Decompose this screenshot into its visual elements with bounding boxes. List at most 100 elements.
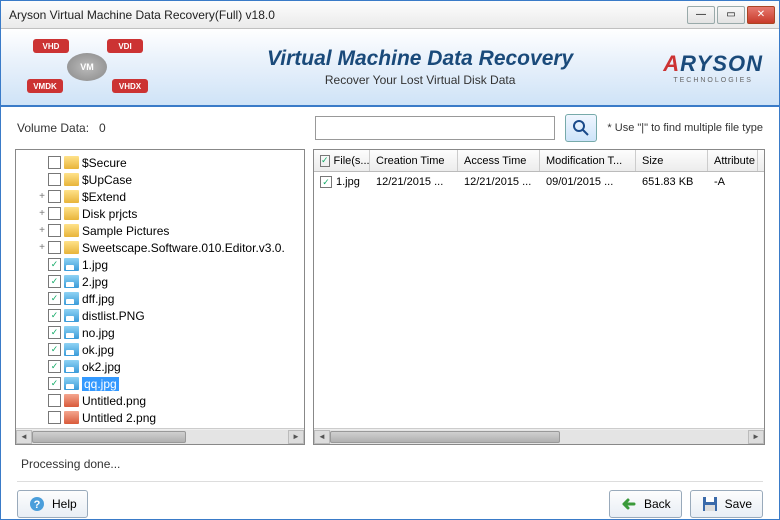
cell-attr: -A (708, 176, 758, 188)
tree-item-label: 2.jpg (82, 275, 108, 289)
close-button[interactable]: ✕ (747, 6, 775, 24)
status-text: Processing done... (17, 453, 763, 481)
cell-ctime: 12/21/2015 ... (370, 176, 458, 188)
tree-item[interactable]: ✓ distlist.PNG (18, 307, 302, 324)
col-mtime[interactable]: Modification T... (540, 150, 636, 171)
format-pill-vhdx: VHDX (112, 79, 148, 93)
tree-item[interactable]: ✓ qq.jpg (18, 375, 302, 392)
save-icon (701, 495, 719, 513)
tree-item-label: 1.jpg (82, 258, 108, 272)
tree-item-label: $Secure (82, 156, 127, 170)
help-button[interactable]: ? Help (17, 490, 88, 518)
tree-item-label: qq.jpg (82, 377, 119, 391)
tree-item-label: distlist.PNG (82, 309, 145, 323)
search-row: Volume Data: 0 * Use "|" to find multipl… (1, 107, 779, 149)
tree-item-label: Disk prjcts (82, 207, 137, 221)
format-pill-vdi: VDI (107, 39, 143, 53)
expander-icon[interactable]: + (36, 208, 48, 219)
checkbox[interactable]: ✓ (48, 377, 61, 390)
scroll-left-icon[interactable]: ◄ (16, 430, 32, 444)
folder-icon (64, 156, 79, 169)
scroll-right-icon[interactable]: ► (288, 430, 304, 444)
tree-item[interactable]: + Sample Pictures (18, 222, 302, 239)
tree-item[interactable]: ✓dff.jpg (18, 290, 302, 307)
expander-icon[interactable]: + (36, 242, 48, 253)
tree-item-label: $Extend (82, 190, 126, 204)
back-arrow-icon (620, 495, 638, 513)
search-hint: * Use "|" to find multiple file type (607, 122, 763, 134)
checkbox[interactable]: ✓ (48, 292, 61, 305)
col-size[interactable]: Size (636, 150, 708, 171)
minimize-button[interactable]: — (687, 6, 715, 24)
folder-icon (64, 190, 79, 203)
image-icon (64, 292, 79, 305)
col-ctime[interactable]: Creation Time (370, 150, 458, 171)
image-icon (64, 326, 79, 339)
row-checkbox[interactable]: ✓ (320, 176, 332, 188)
col-atime[interactable]: Access Time (458, 150, 540, 171)
grid-scrollbar[interactable]: ◄ ► (314, 428, 764, 444)
tree-item-label: ok2.jpg (82, 360, 121, 374)
col-file[interactable]: ✓File(s... (314, 150, 370, 171)
search-input[interactable] (315, 116, 555, 140)
cell-file: 1.jpg (336, 176, 360, 188)
header-checkbox[interactable]: ✓ (320, 155, 330, 167)
grid-pane: ✓File(s... Creation Time Access Time Mod… (313, 149, 765, 445)
tree-item[interactable]: + $Extend (18, 188, 302, 205)
tree-item-label: Untitled.png (82, 394, 146, 408)
format-pill-vmdk: VMDK (27, 79, 63, 93)
brand-logo: RYSON TECHNOLOGIES (663, 51, 763, 84)
checkbox[interactable]: ✓ (48, 343, 61, 356)
save-button[interactable]: Save (690, 490, 763, 518)
checkbox[interactable]: ✓ (48, 309, 61, 322)
checkbox[interactable] (48, 411, 61, 424)
col-attr[interactable]: Attribute (708, 150, 758, 171)
cell-size: 651.83 KB (636, 176, 708, 188)
tree-item[interactable]: $Secure (18, 154, 302, 171)
checkbox[interactable]: ✓ (48, 360, 61, 373)
tree-item-label: Sample Pictures (82, 224, 169, 238)
checkbox[interactable] (48, 156, 61, 169)
checkbox[interactable] (48, 241, 61, 254)
tree-item-label: Untitled 2.png (82, 411, 156, 425)
tree-item[interactable]: Untitled 2.png (18, 409, 302, 426)
search-button[interactable] (565, 114, 597, 142)
tree-scrollbar[interactable]: ◄ ► (16, 428, 304, 444)
image-icon (64, 309, 79, 322)
checkbox[interactable]: ✓ (48, 326, 61, 339)
tree-item-label: no.jpg (82, 326, 115, 340)
tree-item[interactable]: + Disk prjcts (18, 205, 302, 222)
expander-icon[interactable]: + (36, 225, 48, 236)
tree-item[interactable]: +Sweetscape.Software.010.Editor.v3.0. (18, 239, 302, 256)
checkbox[interactable] (48, 394, 61, 407)
image-icon (64, 258, 79, 271)
banner: VM VHD VDI VMDK VHDX Virtual Machine Dat… (1, 29, 779, 107)
tree-item[interactable]: $UpCase (18, 171, 302, 188)
folder-icon (64, 241, 79, 254)
tree-item[interactable]: Untitled.png (18, 392, 302, 409)
image-icon (64, 275, 79, 288)
image-icon (64, 343, 79, 356)
tree-item[interactable]: ✓ ok2.jpg (18, 358, 302, 375)
checkbox[interactable]: ✓ (48, 258, 61, 271)
checkbox[interactable] (48, 173, 61, 186)
checkbox[interactable] (48, 224, 61, 237)
tree-item[interactable]: ✓ 1.jpg (18, 256, 302, 273)
vm-icon: VM (67, 53, 107, 81)
checkbox[interactable] (48, 190, 61, 203)
tree-item[interactable]: ✓ok.jpg (18, 341, 302, 358)
tree-pane: $Secure$UpCase + $Extend + Disk prjcts + Sampl… (15, 149, 305, 445)
checkbox[interactable]: ✓ (48, 275, 61, 288)
table-row[interactable]: ✓1.jpg12/21/2015 ...12/21/2015 ...09/01/… (314, 172, 764, 192)
format-pill-vhd: VHD (33, 39, 69, 53)
grid-header: ✓File(s... Creation Time Access Time Mod… (314, 150, 764, 172)
help-icon: ? (28, 495, 46, 513)
scroll-right-icon[interactable]: ► (748, 430, 764, 444)
tree-item[interactable]: ✓ no.jpg (18, 324, 302, 341)
expander-icon[interactable]: + (36, 191, 48, 202)
tree-item[interactable]: ✓ 2.jpg (18, 273, 302, 290)
checkbox[interactable] (48, 207, 61, 220)
back-button[interactable]: Back (609, 490, 682, 518)
scroll-left-icon[interactable]: ◄ (314, 430, 330, 444)
maximize-button[interactable]: ▭ (717, 6, 745, 24)
